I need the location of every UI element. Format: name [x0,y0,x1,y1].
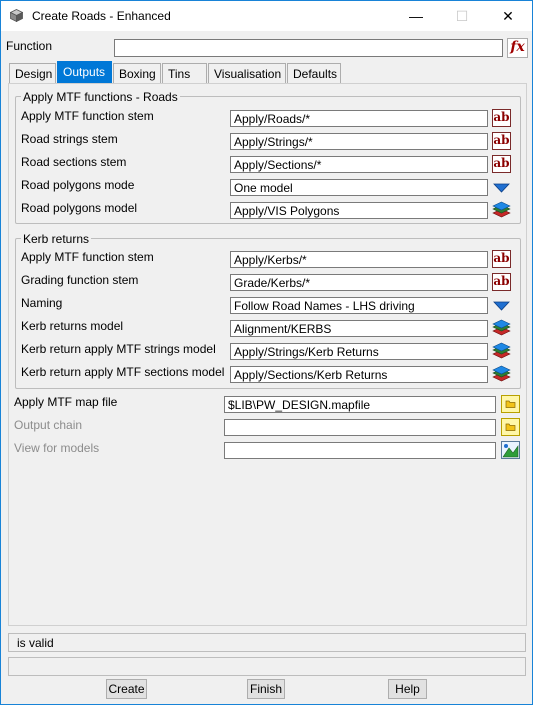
maximize-button[interactable]: ☐ [439,1,485,31]
road-strings-stem-label: Road strings stem [21,132,118,146]
map-file-folder-icon[interactable] [501,395,520,413]
kerb-sections-model-label: Kerb return apply MTF sections model [21,365,225,379]
road-sections-stem-input[interactable]: Apply/Sections/* [230,156,488,173]
kerb-strings-model-input[interactable]: Apply/Strings/Kerb Returns [230,343,488,360]
output-chain-folder-icon[interactable] [501,418,520,436]
road-polygons-mode-select[interactable]: One model [230,179,488,196]
kerb-strings-model-label: Kerb return apply MTF strings model [21,342,216,356]
map-file-input[interactable]: $LIB\PW_DESIGN.mapfile [224,396,496,413]
window-title: Create Roads - Enhanced [32,9,171,23]
create-roads-window: Create Roads - Enhanced — ☐ ✕ Function f… [0,0,533,705]
close-button[interactable]: ✕ [485,1,531,31]
road-sections-stem-ab-button[interactable]: ab [492,155,511,173]
output-chain-input[interactable] [224,419,496,436]
road-sections-stem-label: Road sections stem [21,155,127,169]
title-bar: Create Roads - Enhanced — ☐ ✕ [1,1,532,31]
status-secondary [8,657,526,676]
fx-button[interactable]: fx [507,38,528,58]
naming-select[interactable]: Follow Road Names - LHS driving [230,297,488,314]
map-file-label: Apply MTF map file [14,395,118,409]
road-strings-stem-ab-button[interactable]: ab [492,132,511,150]
tab-design[interactable]: Design [9,63,56,83]
outputs-panel: Apply MTF functions - Roads Apply MTF fu… [8,83,527,626]
roads-group-title: Apply MTF functions - Roads [21,90,180,104]
road-polygons-model-label: Road polygons model [21,201,138,215]
kerb-mtf-stem-label: Apply MTF function stem [21,250,154,264]
naming-dropdown-icon[interactable] [492,296,511,314]
kerb-sections-model-input[interactable]: Apply/Sections/Kerb Returns [230,366,488,383]
kerb-mtf-stem-input[interactable]: Apply/Kerbs/* [230,251,488,268]
road-polygons-mode-label: Road polygons mode [21,178,135,192]
grading-stem-input[interactable]: Grade/Kerbs/* [230,274,488,291]
function-input[interactable] [114,39,503,57]
kerb-returns-model-label: Kerb returns model [21,319,124,333]
tab-boxing[interactable]: Boxing [113,63,161,83]
function-label: Function [6,39,53,53]
tab-tins[interactable]: Tins [162,63,207,83]
minimize-button[interactable]: — [393,1,439,31]
naming-label: Naming [21,296,63,310]
create-button[interactable]: Create [106,679,147,699]
status-message: is valid [8,633,526,652]
output-chain-label: Output chain [14,418,83,432]
road-mtf-stem-ab-button[interactable]: ab [492,109,511,127]
grading-stem-label: Grading function stem [21,273,139,287]
kerb-strings-model-layers-icon[interactable] [492,342,511,360]
road-mtf-stem-input[interactable]: Apply/Roads/* [230,110,488,127]
app-cube-icon [10,9,23,22]
tab-visualisation[interactable]: Visualisation [208,63,286,83]
view-for-models-input[interactable] [224,442,496,459]
kerb-mtf-stem-ab-button[interactable]: ab [492,250,511,268]
finish-button[interactable]: Finish [247,679,285,699]
road-mtf-stem-label: Apply MTF function stem [21,109,154,123]
view-picker-icon[interactable] [501,441,520,459]
road-polygons-model-layers-icon[interactable] [492,201,511,219]
kerb-returns-group-title: Kerb returns [21,232,92,246]
kerb-sections-model-layers-icon[interactable] [492,365,511,383]
view-for-models-label: View for models [14,441,100,455]
kerb-returns-model-input[interactable]: Alignment/KERBS [230,320,488,337]
road-polygons-mode-dropdown-icon[interactable] [492,178,511,196]
grading-stem-ab-button[interactable]: ab [492,273,511,291]
tab-defaults[interactable]: Defaults [287,63,341,83]
road-strings-stem-input[interactable]: Apply/Strings/* [230,133,488,150]
tab-outputs[interactable]: Outputs [57,61,112,83]
kerb-returns-model-layers-icon[interactable] [492,319,511,337]
road-polygons-model-input[interactable]: Apply/VIS Polygons [230,202,488,219]
help-button[interactable]: Help [388,679,427,699]
